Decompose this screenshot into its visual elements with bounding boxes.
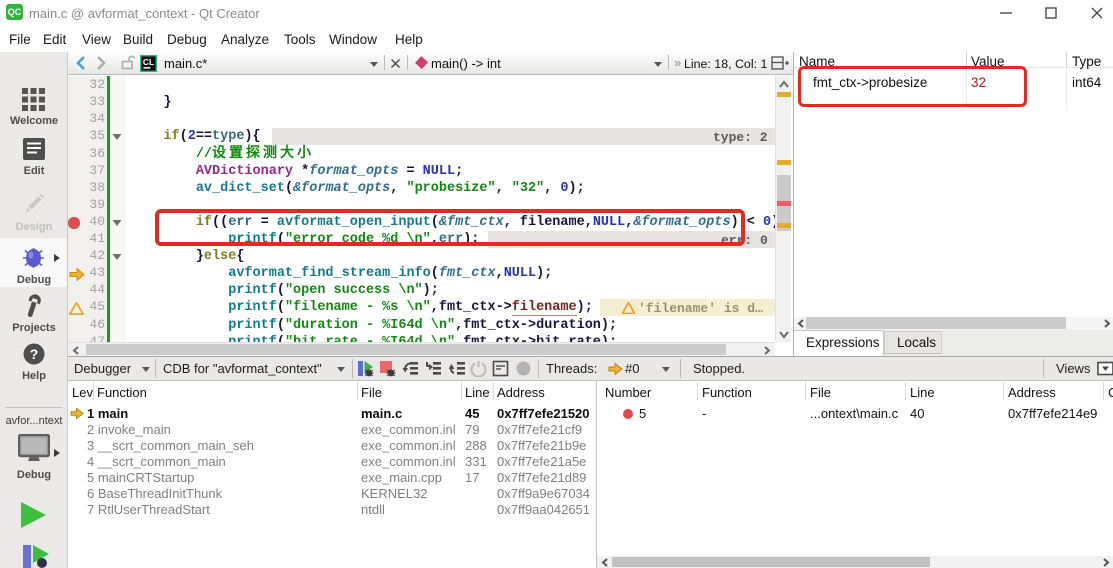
svg-text:CL: CL (143, 57, 154, 67)
svg-text:?: ? (30, 346, 39, 362)
